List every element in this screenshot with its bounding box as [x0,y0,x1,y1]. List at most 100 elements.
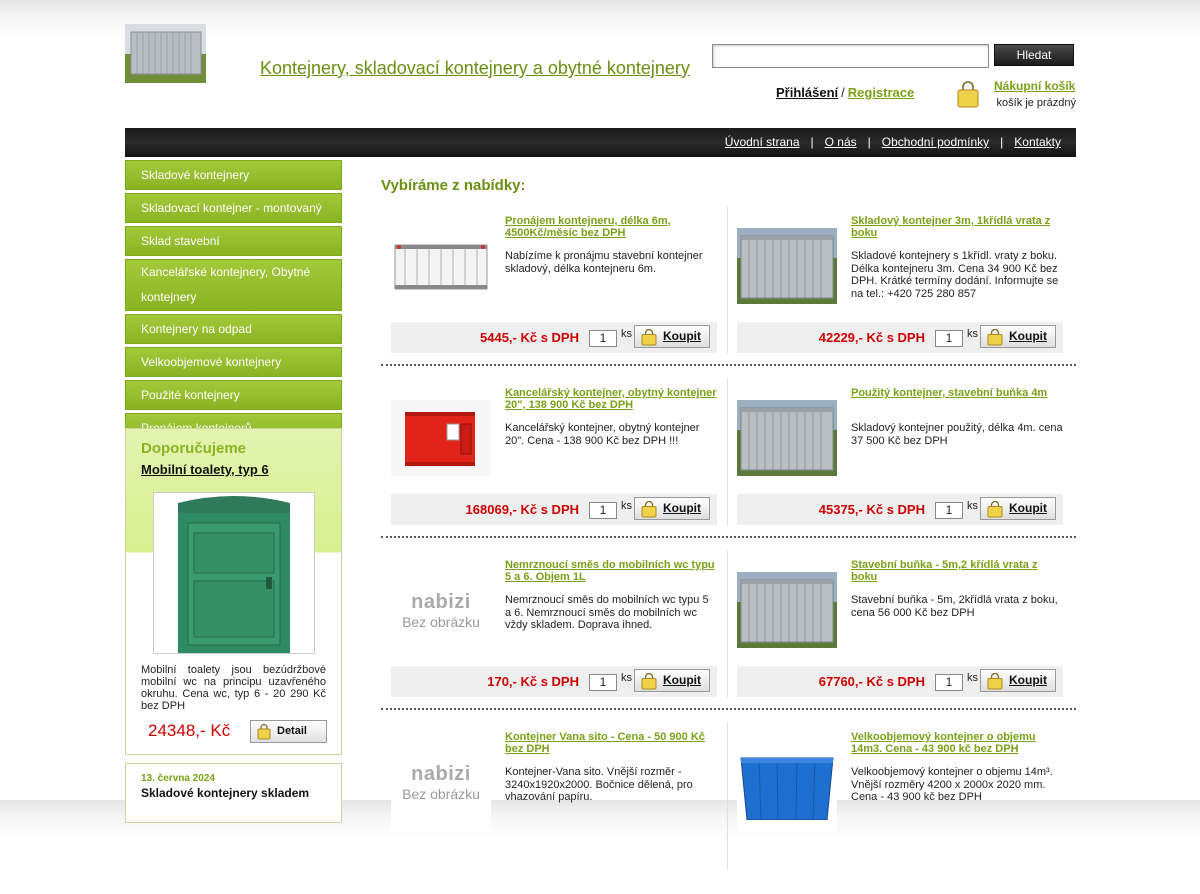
auth-links: Přihlášení / Registrace [776,85,914,100]
product-image[interactable]: nabizi Bez obrázku [391,560,491,660]
sidebar-item-storage-containers[interactable]: Skladové kontejnery [125,160,342,190]
product-image[interactable] [391,216,491,316]
recommend-heading: Doporučujeme [141,440,247,457]
sidebar-item-bulk-containers[interactable]: Velkoobjemové kontejnery [125,347,342,377]
shopping-bag-icon [987,329,1003,346]
recommend-product-link[interactable]: Mobilní toalety, typ 6 [141,462,269,477]
quantity-unit: ks [967,672,978,684]
buy-button[interactable]: Koupit [980,669,1056,692]
recommend-description: Mobilní toalety jsou bezúdržbové mobilní… [141,664,326,712]
news-box: 13. června 2024 Skladové kontejnery skla… [125,763,342,823]
search-button[interactable]: Hledat [994,44,1074,66]
site-title-link[interactable]: Kontejnery, skladovací kontejnery a obyt… [260,58,690,79]
nav-home[interactable]: Úvodní strana [725,135,800,149]
sidebar-item-assembled-container[interactable]: Skladovací kontejner - montovaný [125,193,342,223]
nav-contacts[interactable]: Kontakty [1014,135,1061,149]
product-title-link[interactable]: Kancelářský kontejner, obytný kontejner … [505,387,717,411]
product-card: nabizi Bez obrázku Nemrznoucí směs do mobi… [381,550,717,700]
product-image[interactable] [737,732,837,832]
buy-button[interactable]: Koupit [634,669,710,692]
product-title-link[interactable]: Velkoobjemový kontejner o objemu 14m3. C… [851,731,1063,755]
main-heading: Vybíráme z nabídky: [381,177,526,194]
login-link[interactable]: Přihlášení [776,85,838,100]
top-navigation: Úvodní strana | O nás | Obchodní podmínky |… [125,128,1076,157]
quantity-unit: ks [621,328,632,340]
product-title-link[interactable]: Skladový kontejner 3m, 1křídlá vrata z b… [851,215,1063,239]
product-image[interactable] [391,388,491,488]
product-image[interactable] [737,216,837,316]
quantity-input[interactable]: 1 [589,502,617,519]
sidebar-item-office-containers[interactable]: Kancelářské kontejnery, Obytné kontejner… [125,259,342,311]
product-image[interactable] [737,388,837,488]
product-title-link[interactable]: Použitý kontejner, stavební buňka 4m [851,387,1063,399]
auth-separator: / [841,85,845,100]
product-description: Kancelářský kontejner, obytný kontejner … [505,422,700,447]
no-image-placeholder: nabizi Bez obrázku [402,591,480,630]
quantity-unit: ks [621,500,632,512]
buy-button-label: Koupit [663,329,701,343]
search-input[interactable] [712,44,989,68]
shopping-bag-icon [257,724,271,740]
recommend-product-image[interactable] [153,492,315,654]
recommend-price: 24348,- Kč [148,721,231,740]
cart-status: košík je prázdný [996,97,1076,109]
nav-about[interactable]: O nás [825,135,857,149]
product-row: Pronájem kontejneru, délka 6m, 4500Kč/mě… [381,206,1076,378]
buy-bar: 5445,- Kč s DPH 1 ks Koupit [391,322,717,353]
placeholder-text: Bez obrázku [402,785,480,802]
shopping-bag-icon[interactable] [956,81,980,109]
product-title-link[interactable]: Pronájem kontejneru, délka 6m, 4500Kč/mě… [505,215,717,239]
product-image[interactable]: nabizi Bez obrázku [391,732,491,832]
quantity-input[interactable]: 1 [589,674,617,691]
buy-button-label: Koupit [663,673,701,687]
product-title-link[interactable]: Stavební buňka - 5m,2 křídlá vrata z bok… [851,559,1063,583]
nav-terms[interactable]: Obchodní podmínky [882,135,989,149]
sidebar-menu: Skladové kontejnery Skladovací kontejner… [125,160,342,446]
quantity-unit: ks [621,672,632,684]
product-card: Stavební buňka - 5m,2 křídlá vrata z bok… [727,550,1063,700]
buy-button[interactable]: Koupit [980,497,1056,520]
quantity-unit: ks [967,500,978,512]
product-description: Skladové kontejnery s 1křídl. vraty z bo… [851,250,1059,300]
shopping-bag-icon [641,329,657,346]
product-card: Skladový kontejner 3m, 1křídlá vrata z b… [727,206,1063,356]
product-row: nabizi Bez obrázku Nemrznoucí směs do mobi… [381,550,1076,722]
sidebar-item-waste-containers[interactable]: Kontejnery na odpad [125,314,342,344]
news-date: 13. června 2024 [141,773,215,784]
product-description: Nemrznoucí směs do mobilních wc typu 5 a… [505,594,709,631]
no-image-placeholder: nabizi Bez obrázku [402,763,480,802]
sidebar-item-used-containers[interactable]: Použité kontejnery [125,380,342,410]
product-price: 42229,- Kč s DPH [818,330,925,345]
product-title-link[interactable]: Nemrznoucí směs do mobilních wc typu 5 a… [505,559,717,583]
product-title-link[interactable]: Kontejner Vana sito - Cena - 50 900 Kč b… [505,731,717,755]
buy-button[interactable]: Koupit [980,325,1056,348]
product-price: 170,- Kč s DPH [487,674,579,689]
product-description: Skladový kontejner použitý, délka 4m. ce… [851,422,1063,447]
quantity-input[interactable]: 1 [589,330,617,347]
buy-button-label: Koupit [1009,501,1047,515]
news-title[interactable]: Skladové kontejnery skladem [141,786,309,800]
placeholder-text: Bez obrázku [402,613,480,630]
quantity-input[interactable]: 1 [935,330,963,347]
product-card: Velkoobjemový kontejner o objemu 14m3. C… [727,722,1063,872]
site-logo[interactable] [125,24,206,83]
product-card: Použitý kontejner, stavební buňka 4m Skla… [727,378,1063,528]
product-card: Kancelářský kontejner, obytný kontejner … [381,378,717,528]
product-image[interactable] [737,560,837,660]
product-row: nabizi Bez obrázku Kontejner Vana sito - C… [381,722,1076,894]
sidebar-item-construction-storage[interactable]: Sklad stavební [125,226,342,256]
product-description: Velkoobjemový kontejner o objemu 14m³. V… [851,766,1053,803]
product-card: Pronájem kontejneru, délka 6m, 4500Kč/mě… [381,206,717,356]
quantity-input[interactable]: 1 [935,502,963,519]
register-link[interactable]: Registrace [848,85,914,100]
detail-button[interactable]: Detail [250,720,327,743]
buy-bar: 168069,- Kč s DPH 1 ks Koupit [391,494,717,525]
buy-button-label: Koupit [1009,329,1047,343]
buy-bar: 170,- Kč s DPH 1 ks Koupit [391,666,717,697]
quantity-input[interactable]: 1 [935,674,963,691]
cart-link[interactable]: Nákupní košík [994,79,1075,93]
buy-button[interactable]: Koupit [634,325,710,348]
shopping-bag-icon [987,501,1003,518]
row-divider [381,536,1076,538]
buy-button[interactable]: Koupit [634,497,710,520]
